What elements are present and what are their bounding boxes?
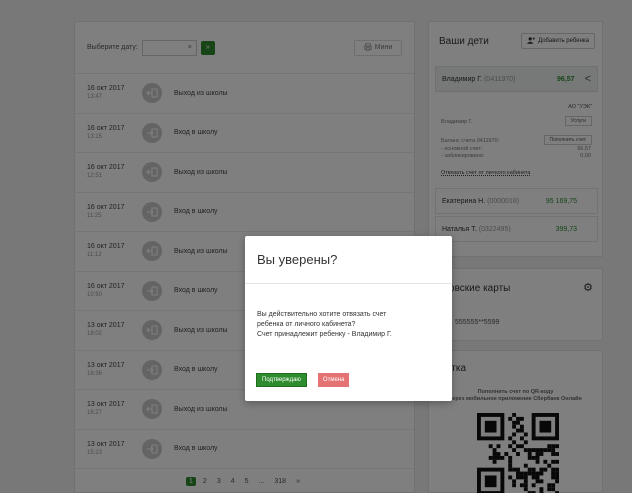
dialog-text-line: Счет принадлежит ребенку - Владимир Г. (257, 331, 392, 338)
confirm-dialog: Вы уверены? Вы действительно хотите отвя… (245, 236, 452, 401)
dialog-text-line: ребенка от личного кабинета? (257, 321, 356, 328)
confirm-button[interactable]: Подтверждаю (256, 373, 307, 387)
dialog-text-line: Вы действительно хотите отвязать счет (257, 311, 387, 318)
cancel-button[interactable]: Отмена (317, 373, 350, 387)
dialog-actions: Подтверждаю Отмена (256, 373, 350, 387)
dialog-title: Вы уверены? (245, 236, 452, 284)
dialog-body: Вы действительно хотите отвязать счет ре… (245, 284, 452, 340)
